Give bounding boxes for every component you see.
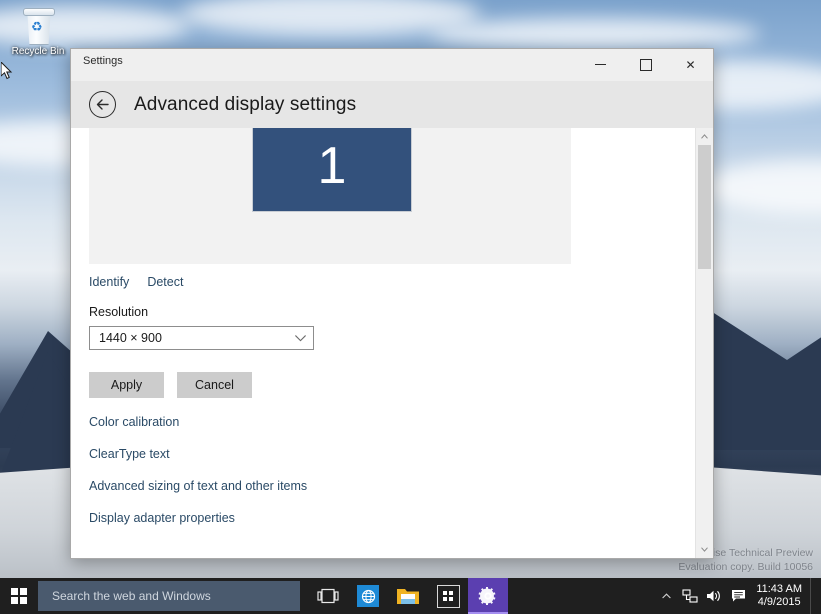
taskbar-icons xyxy=(308,578,508,614)
identify-link[interactable]: Identify xyxy=(89,274,129,290)
resolution-dropdown[interactable]: 1440 × 900 xyxy=(89,326,314,350)
cancel-button[interactable]: Cancel xyxy=(177,372,252,398)
monitor-tile-1[interactable]: 1 xyxy=(252,128,412,212)
scroll-down-button[interactable] xyxy=(696,541,713,558)
link-display-adapter-properties[interactable]: Display adapter properties xyxy=(89,510,307,526)
settings-content: 1 Identify Detect Resolution 1440 × 900 … xyxy=(71,128,695,558)
settings-window[interactable]: Settings ✕ Advanced display settings 1 I… xyxy=(70,48,714,559)
back-button[interactable] xyxy=(89,91,116,118)
page-title: Advanced display settings xyxy=(134,93,357,115)
scroll-up-button[interactable] xyxy=(696,128,713,145)
link-advanced-sizing[interactable]: Advanced sizing of text and other items xyxy=(89,478,307,494)
close-button[interactable]: ✕ xyxy=(668,49,713,80)
edge-browser-button[interactable] xyxy=(348,578,388,614)
resolution-label: Resolution xyxy=(89,305,149,319)
task-view-icon xyxy=(317,588,339,604)
window-titlebar[interactable]: Settings ✕ xyxy=(71,49,713,81)
show-desktop-button[interactable] xyxy=(810,578,817,614)
chevron-up-icon xyxy=(662,593,671,599)
store-icon xyxy=(436,584,460,608)
file-explorer-button[interactable] xyxy=(388,578,428,614)
window-app-title: Settings xyxy=(83,55,123,67)
windows-logo-icon xyxy=(11,588,27,604)
close-icon: ✕ xyxy=(685,57,696,72)
monitor-number-label: 1 xyxy=(317,136,347,195)
caret-up-icon xyxy=(701,134,708,139)
link-color-calibration[interactable]: Color calibration xyxy=(89,414,307,430)
apply-button[interactable]: Apply xyxy=(89,372,164,398)
store-button[interactable] xyxy=(428,578,468,614)
detect-link[interactable]: Detect xyxy=(147,274,183,290)
volume-button[interactable] xyxy=(702,578,726,614)
cloud-decoration xyxy=(700,160,821,214)
clock[interactable]: 11:43 AM 4/9/2015 xyxy=(750,583,810,609)
action-center-icon xyxy=(731,590,745,602)
desktop-icon-label: Recycle Bin xyxy=(11,46,65,57)
network-button[interactable] xyxy=(678,578,702,614)
action-center-button[interactable] xyxy=(726,578,750,614)
related-settings-links: Color calibration ClearType text Advance… xyxy=(89,414,307,526)
edge-browser-icon xyxy=(357,585,379,607)
maximize-button[interactable] xyxy=(623,49,668,80)
clock-date: 4/9/2015 xyxy=(757,596,801,608)
minimize-button[interactable] xyxy=(578,49,623,80)
network-icon xyxy=(682,589,698,603)
volume-icon xyxy=(707,590,721,602)
action-buttons: Apply Cancel xyxy=(89,372,252,398)
gear-icon xyxy=(478,587,496,605)
recycle-bin-icon: ♻ xyxy=(21,6,55,45)
caret-down-icon xyxy=(701,547,708,552)
resolution-value: 1440 × 900 xyxy=(99,331,162,345)
back-arrow-icon xyxy=(96,99,109,110)
start-button[interactable] xyxy=(0,578,38,614)
system-tray: 11:43 AM 4/9/2015 xyxy=(654,578,821,614)
show-hidden-icons-button[interactable] xyxy=(654,578,678,614)
file-explorer-icon xyxy=(397,589,419,604)
link-cleartype-text[interactable]: ClearType text xyxy=(89,446,307,462)
display-preview-panel[interactable]: 1 xyxy=(89,128,571,264)
chevron-down-icon xyxy=(295,334,306,341)
task-view-button[interactable] xyxy=(308,578,348,614)
watermark-line-2: Evaluation copy. Build 10056 xyxy=(678,561,813,573)
page-header: Advanced display settings xyxy=(71,81,713,128)
search-input[interactable]: Search the web and Windows xyxy=(38,581,300,611)
vertical-scrollbar[interactable] xyxy=(695,128,713,558)
maximize-icon xyxy=(639,58,652,71)
minimize-icon xyxy=(595,64,606,65)
mouse-cursor-icon xyxy=(1,62,13,80)
scrollbar-thumb[interactable] xyxy=(698,145,711,269)
taskbar: Search the web and Windows 11:43 AM 4/9/… xyxy=(0,578,821,614)
desktop-icon-recycle-bin[interactable]: ♻ Recycle Bin xyxy=(6,6,70,58)
content-wrapper: 1 Identify Detect Resolution 1440 × 900 … xyxy=(71,128,713,558)
cloud-decoration xyxy=(430,18,760,50)
settings-taskbar-button[interactable] xyxy=(468,578,508,614)
display-actions-row: Identify Detect xyxy=(89,274,183,290)
search-placeholder: Search the web and Windows xyxy=(52,589,211,603)
window-controls: ✕ xyxy=(578,49,713,81)
clock-time: 11:43 AM xyxy=(756,583,802,595)
